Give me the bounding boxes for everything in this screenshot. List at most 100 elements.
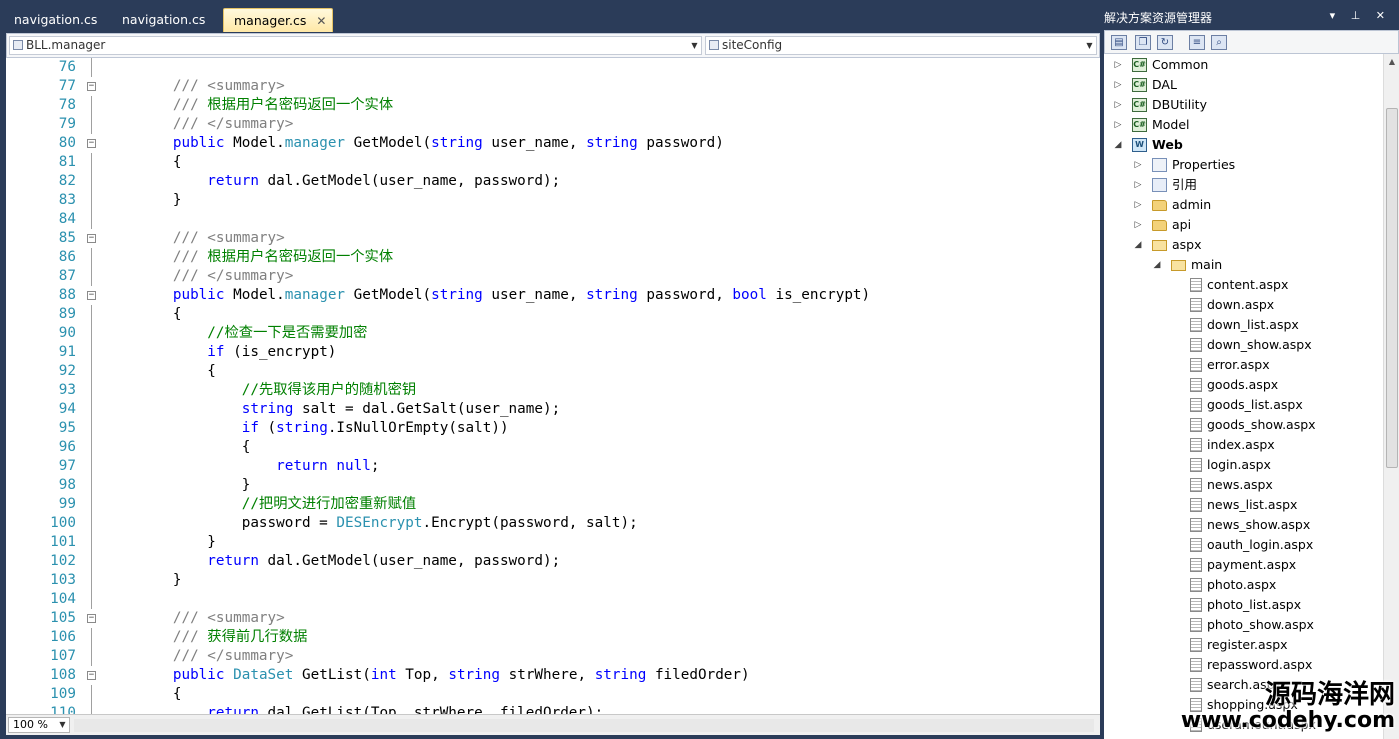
tree-item[interactable]: payment.aspx [1190,555,1296,575]
code-text: } [104,476,251,495]
tree-item-label: down_show.aspx [1207,337,1312,352]
collapse-arrow-icon[interactable]: ◢ [1151,255,1163,275]
properties-icon[interactable]: ▤ [1111,35,1127,50]
tree-item[interactable]: down.aspx [1190,295,1274,315]
collapse-icon[interactable]: − [87,234,96,243]
tree-item[interactable]: ◢ main [1154,255,1223,275]
tree-item[interactable]: repassword.aspx [1190,655,1312,675]
code-token: password) [637,135,724,151]
code-line: 100 password = DESEncrypt.Encrypt(passwo… [6,514,1100,533]
tab-manager-cs[interactable]: manager.cs ✕ [223,8,334,33]
solution-explorer-pane: 解决方案资源管理器 ▾ ⊥ ✕ ▤ ❐ ↻ ≡ ⌕ ▷ C# Common ▷ C# DA… [1100,0,1399,739]
collapse-arrow-icon[interactable]: ◢ [1132,235,1144,255]
class-dropdown[interactable]: BLL.manager ▼ [9,36,702,55]
code-editor-pane: navigation.cs navigation.cs manager.cs ✕… [0,0,1100,739]
line-number: 93 [58,382,76,398]
code-line: 76 [6,58,1100,77]
view-code-icon[interactable]: ≡ [1189,35,1205,50]
tree-item[interactable]: register.aspx [1190,635,1288,655]
tree-item[interactable]: ▷ C# DBUtility [1115,95,1207,115]
outline-guide [91,191,92,210]
code-token: string [431,135,483,151]
expand-arrow-icon[interactable]: ▷ [1112,95,1124,115]
tree-item[interactable]: oauth_login.aspx [1190,535,1313,555]
pane-window-buttons[interactable]: ▾ ⊥ ✕ [1330,9,1391,22]
class-diagram-icon[interactable]: ⌕ [1211,35,1227,50]
code-token: DESEncrypt [336,515,423,531]
code-token: dal.GetModel(user_name, password); [258,553,561,569]
tree-item[interactable]: ▷ admin [1135,195,1212,215]
member-dropdown[interactable]: siteConfig ▼ [705,36,1097,55]
tree-item-label: index.aspx [1207,437,1275,452]
tree-item[interactable]: down_list.aspx [1190,315,1299,335]
scrollbar-thumb[interactable] [1386,108,1398,468]
horizontal-scrollbar[interactable] [74,719,1094,732]
collapse-icon[interactable]: − [87,614,96,623]
tree-item[interactable]: ▷ 引用 [1135,175,1197,195]
tree-item[interactable]: content.aspx [1190,275,1288,295]
zoom-dropdown[interactable]: 100 % ▼ [8,717,70,733]
code-line: 86 /// 根据用户名密码返回一个实体 [6,248,1100,267]
expand-arrow-icon[interactable]: ▷ [1112,115,1124,135]
tree-item[interactable]: ◢ W Web [1115,135,1183,155]
tree-item[interactable]: news_show.aspx [1190,515,1310,535]
expand-arrow-icon[interactable]: ▷ [1132,155,1144,175]
code-line: 91 if (is_encrypt) [6,343,1100,362]
code-line: 104 [6,590,1100,609]
tree-item[interactable]: ▷ Properties [1135,155,1236,175]
tree-item[interactable]: goods_list.aspx [1190,395,1303,415]
tree-item[interactable]: down_show.aspx [1190,335,1312,355]
tree-item[interactable]: photo_list.aspx [1190,595,1301,615]
line-number: 80 [58,135,76,151]
code-line: 93 //先取得该用户的随机密钥 [6,381,1100,400]
refresh-icon[interactable]: ↻ [1157,35,1173,50]
tree-item[interactable]: goods_show.aspx [1190,415,1316,435]
vertical-scrollbar[interactable]: ▲ [1383,54,1399,739]
tree-item[interactable]: news_list.aspx [1190,495,1297,515]
tree-item[interactable]: ◢ aspx [1135,235,1202,255]
expand-arrow-icon[interactable]: ▷ [1132,175,1144,195]
code-text-area[interactable]: 76 77− /// <summary> 78 /// 根据用户名密码返回一个实体 7… [6,58,1100,714]
tree-item[interactable]: index.aspx [1190,435,1275,455]
code-line: 85 − /// <summary> [6,229,1100,248]
tree-item[interactable]: ▷ C# DAL [1115,75,1177,95]
code-text: { [104,305,182,324]
show-all-files-icon[interactable]: ❐ [1135,35,1151,50]
code-text: } [104,533,216,552]
code-token: GetModel( [345,135,432,151]
collapse-icon[interactable]: − [87,82,96,91]
scroll-up-icon[interactable]: ▲ [1384,54,1399,70]
tree-item[interactable]: ▷ C# Common [1115,55,1209,75]
line-number: 82 [58,173,76,189]
tree-item[interactable]: photo.aspx [1190,575,1276,595]
collapse-icon[interactable]: − [87,291,96,300]
expand-arrow-icon[interactable]: ▷ [1132,195,1144,215]
tree-item[interactable]: ▷ C# Model [1115,115,1190,135]
tree-item[interactable]: photo_show.aspx [1190,615,1314,635]
code-token: Top, [396,667,449,683]
tab-navigation-cs-1[interactable]: navigation.cs [4,8,107,32]
tab-navigation-cs-2[interactable]: navigation.cs [112,8,215,32]
code-token: string [586,287,638,303]
code-line: 105 − /// <summary> [6,609,1100,628]
collapse-arrow-icon[interactable]: ◢ [1112,135,1124,155]
expand-arrow-icon[interactable]: ▷ [1112,75,1124,95]
file-icon [1190,457,1202,472]
expand-arrow-icon[interactable]: ▷ [1132,215,1144,235]
tree-item[interactable]: goods.aspx [1190,375,1278,395]
tree-item[interactable]: error.aspx [1190,355,1270,375]
tree-item[interactable]: news.aspx [1190,475,1273,495]
line-number: 86 [58,249,76,265]
code-token: /// [104,97,208,113]
expand-arrow-icon[interactable]: ▷ [1112,55,1124,75]
outline-guide [91,457,92,476]
collapse-icon[interactable]: − [87,671,96,680]
outline-guide [91,476,92,495]
close-tab-icon[interactable]: ✕ [316,9,326,33]
tree-item-label: Web [1152,137,1183,152]
tree-item[interactable]: login.aspx [1190,455,1271,475]
collapse-icon[interactable]: − [87,139,96,148]
tree-item[interactable]: ▷ api [1135,215,1192,235]
code-token: } [104,572,182,588]
outline-guide [91,647,92,666]
